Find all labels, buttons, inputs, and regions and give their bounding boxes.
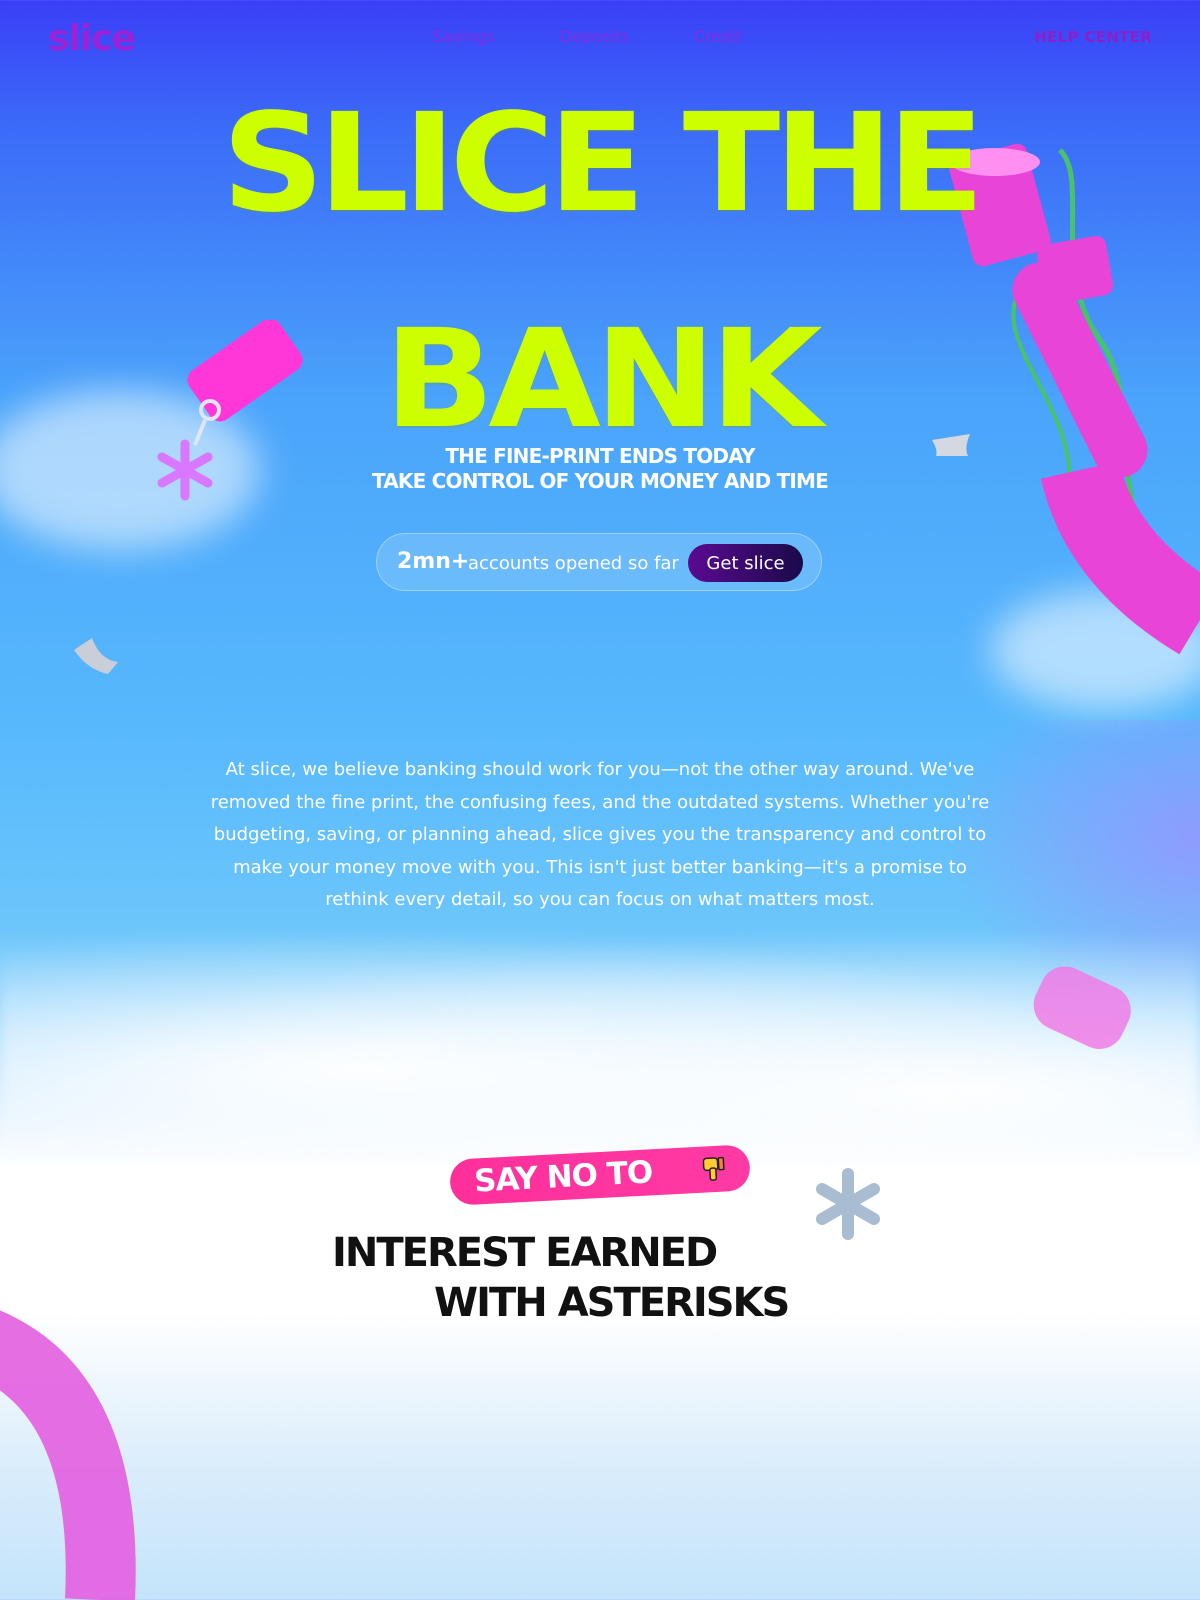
nav-credit[interactable]: Credit	[694, 27, 742, 46]
accounts-count: 2mn+	[397, 549, 470, 574]
say-no-line-2: WITH ASTERISKS	[434, 1280, 790, 1326]
nav-savings[interactable]: Savings	[432, 27, 495, 46]
primary-nav: Savings Deposits Credit	[432, 27, 742, 46]
intro-paragraph: At slice, we believe banking should work…	[210, 759, 990, 910]
logo[interactable]: slice	[48, 18, 136, 59]
help-center-link[interactable]: HELP CENTER	[1034, 28, 1152, 46]
get-slice-button[interactable]: Get slice	[688, 544, 803, 582]
nav-deposits[interactable]: Deposits	[560, 27, 630, 46]
pink-arc-icon	[0, 1310, 136, 1600]
asterisk-icon	[816, 1168, 880, 1240]
accounts-text: accounts opened so far	[468, 553, 679, 574]
say-no-line-1: INTEREST EARNED	[332, 1230, 718, 1276]
say-no-label: SAY NO TO	[473, 1154, 654, 1200]
top-navigation: slice Savings Deposits Credit HELP CENTE…	[0, 0, 1200, 76]
hero-title-line-2: BANK	[383, 301, 823, 459]
pink-tube-icon	[1033, 966, 1131, 1049]
cloud-haze	[0, 930, 1200, 1160]
stats-pill: 2mn+ accounts opened so far Get slice	[376, 533, 822, 591]
thumbs-down-icon	[702, 1156, 725, 1181]
page: slice Savings Deposits Credit HELP CENTE…	[0, 0, 1200, 1600]
hero-subtitle-2: TAKE CONTROL OF YOUR MONEY AND TIME	[371, 469, 829, 493]
hero-title-line-1: SLICE THE	[221, 85, 985, 243]
paper-scrap-icon	[74, 638, 118, 674]
hero-subtitle-1: THE FINE-PRINT ENDS TODAY	[445, 444, 755, 468]
